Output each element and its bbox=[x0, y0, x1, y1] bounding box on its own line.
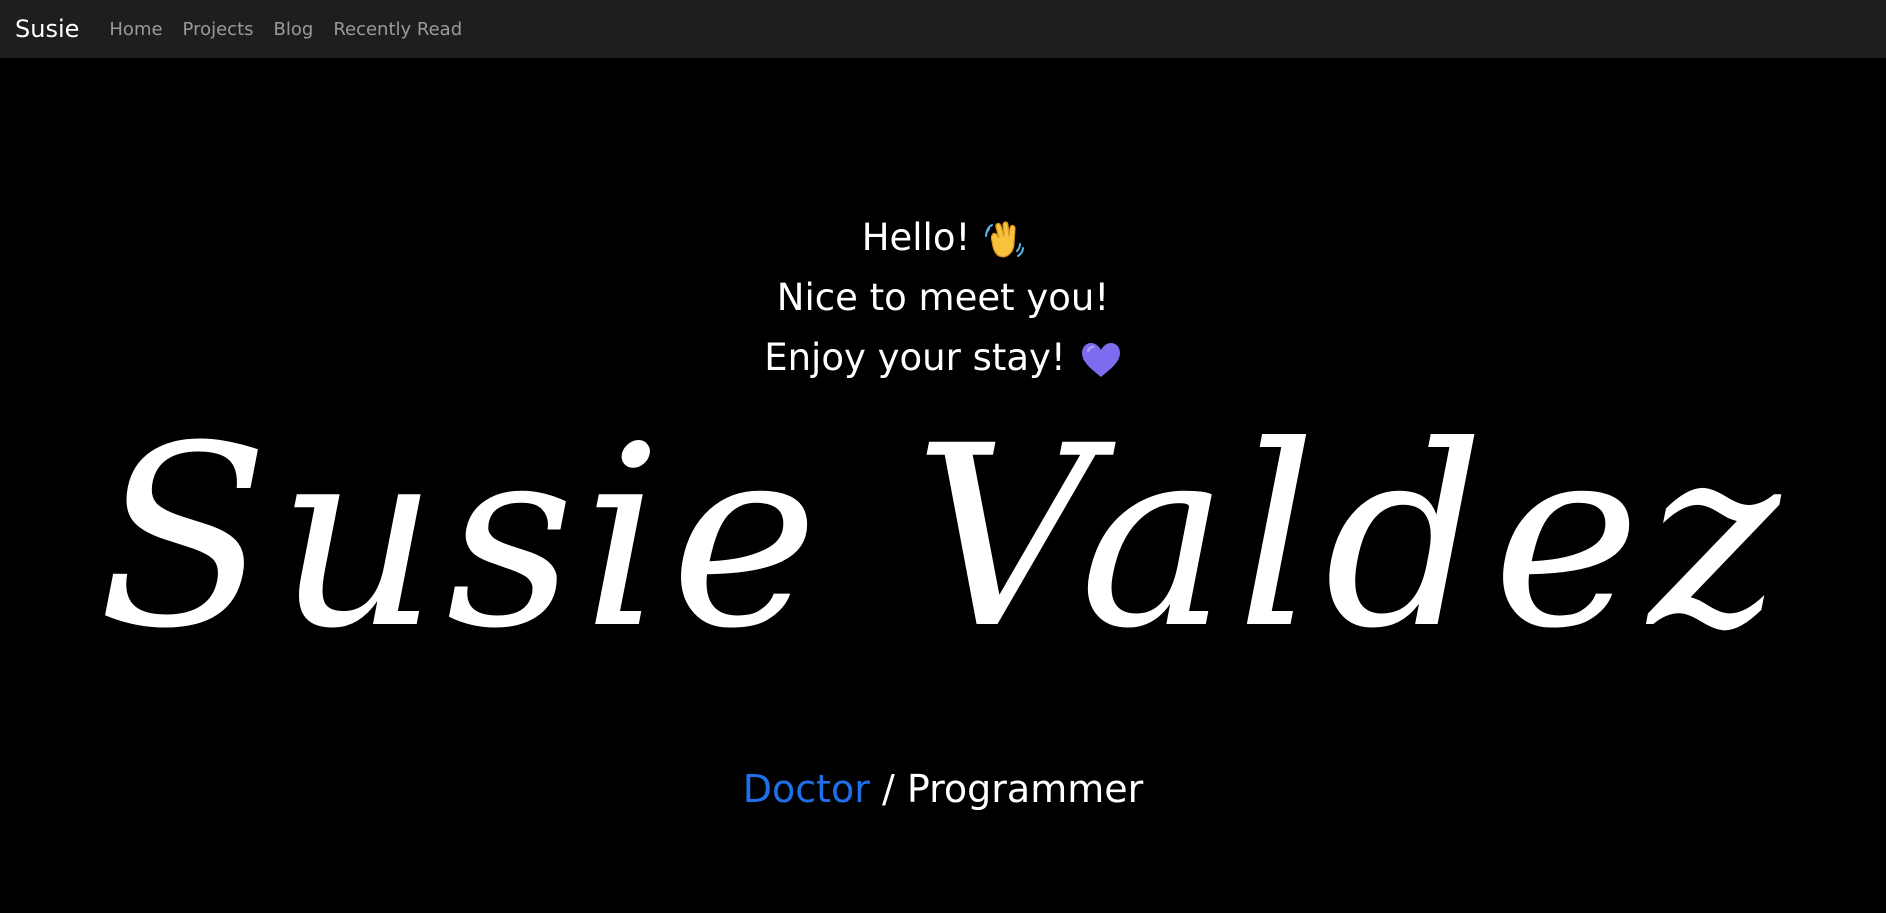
greeting-hello-text: Hello! bbox=[861, 216, 971, 259]
brand-link[interactable]: Susie bbox=[15, 15, 79, 43]
nav-link-blog[interactable]: Blog bbox=[274, 19, 314, 40]
top-navbar: Susie Home Projects Blog Recently Read bbox=[0, 0, 1886, 58]
greeting-enjoy-text: Enjoy your stay! bbox=[764, 336, 1066, 379]
role-doctor: Doctor bbox=[742, 767, 870, 811]
purple-heart-icon bbox=[1080, 341, 1122, 379]
nav-link-recently-read[interactable]: Recently Read bbox=[333, 19, 462, 40]
role-programmer: Programmer bbox=[906, 767, 1144, 811]
greeting-nice: Nice to meet you! bbox=[776, 276, 1110, 319]
greeting-enjoy: Enjoy your stay! bbox=[0, 336, 1886, 380]
nav-link-projects[interactable]: Projects bbox=[183, 19, 254, 40]
roles-line: Doctor / Programmer bbox=[0, 766, 1886, 812]
hero-section: Hello! Nice to meet you! Enjoy your stay… bbox=[0, 58, 1886, 913]
hero-name: Susie Valdez bbox=[97, 392, 1789, 683]
waving-hand-icon bbox=[984, 219, 1025, 261]
nav-link-home[interactable]: Home bbox=[109, 19, 162, 40]
greeting-hello: Hello! bbox=[0, 216, 1886, 261]
role-separator: / bbox=[869, 767, 907, 811]
